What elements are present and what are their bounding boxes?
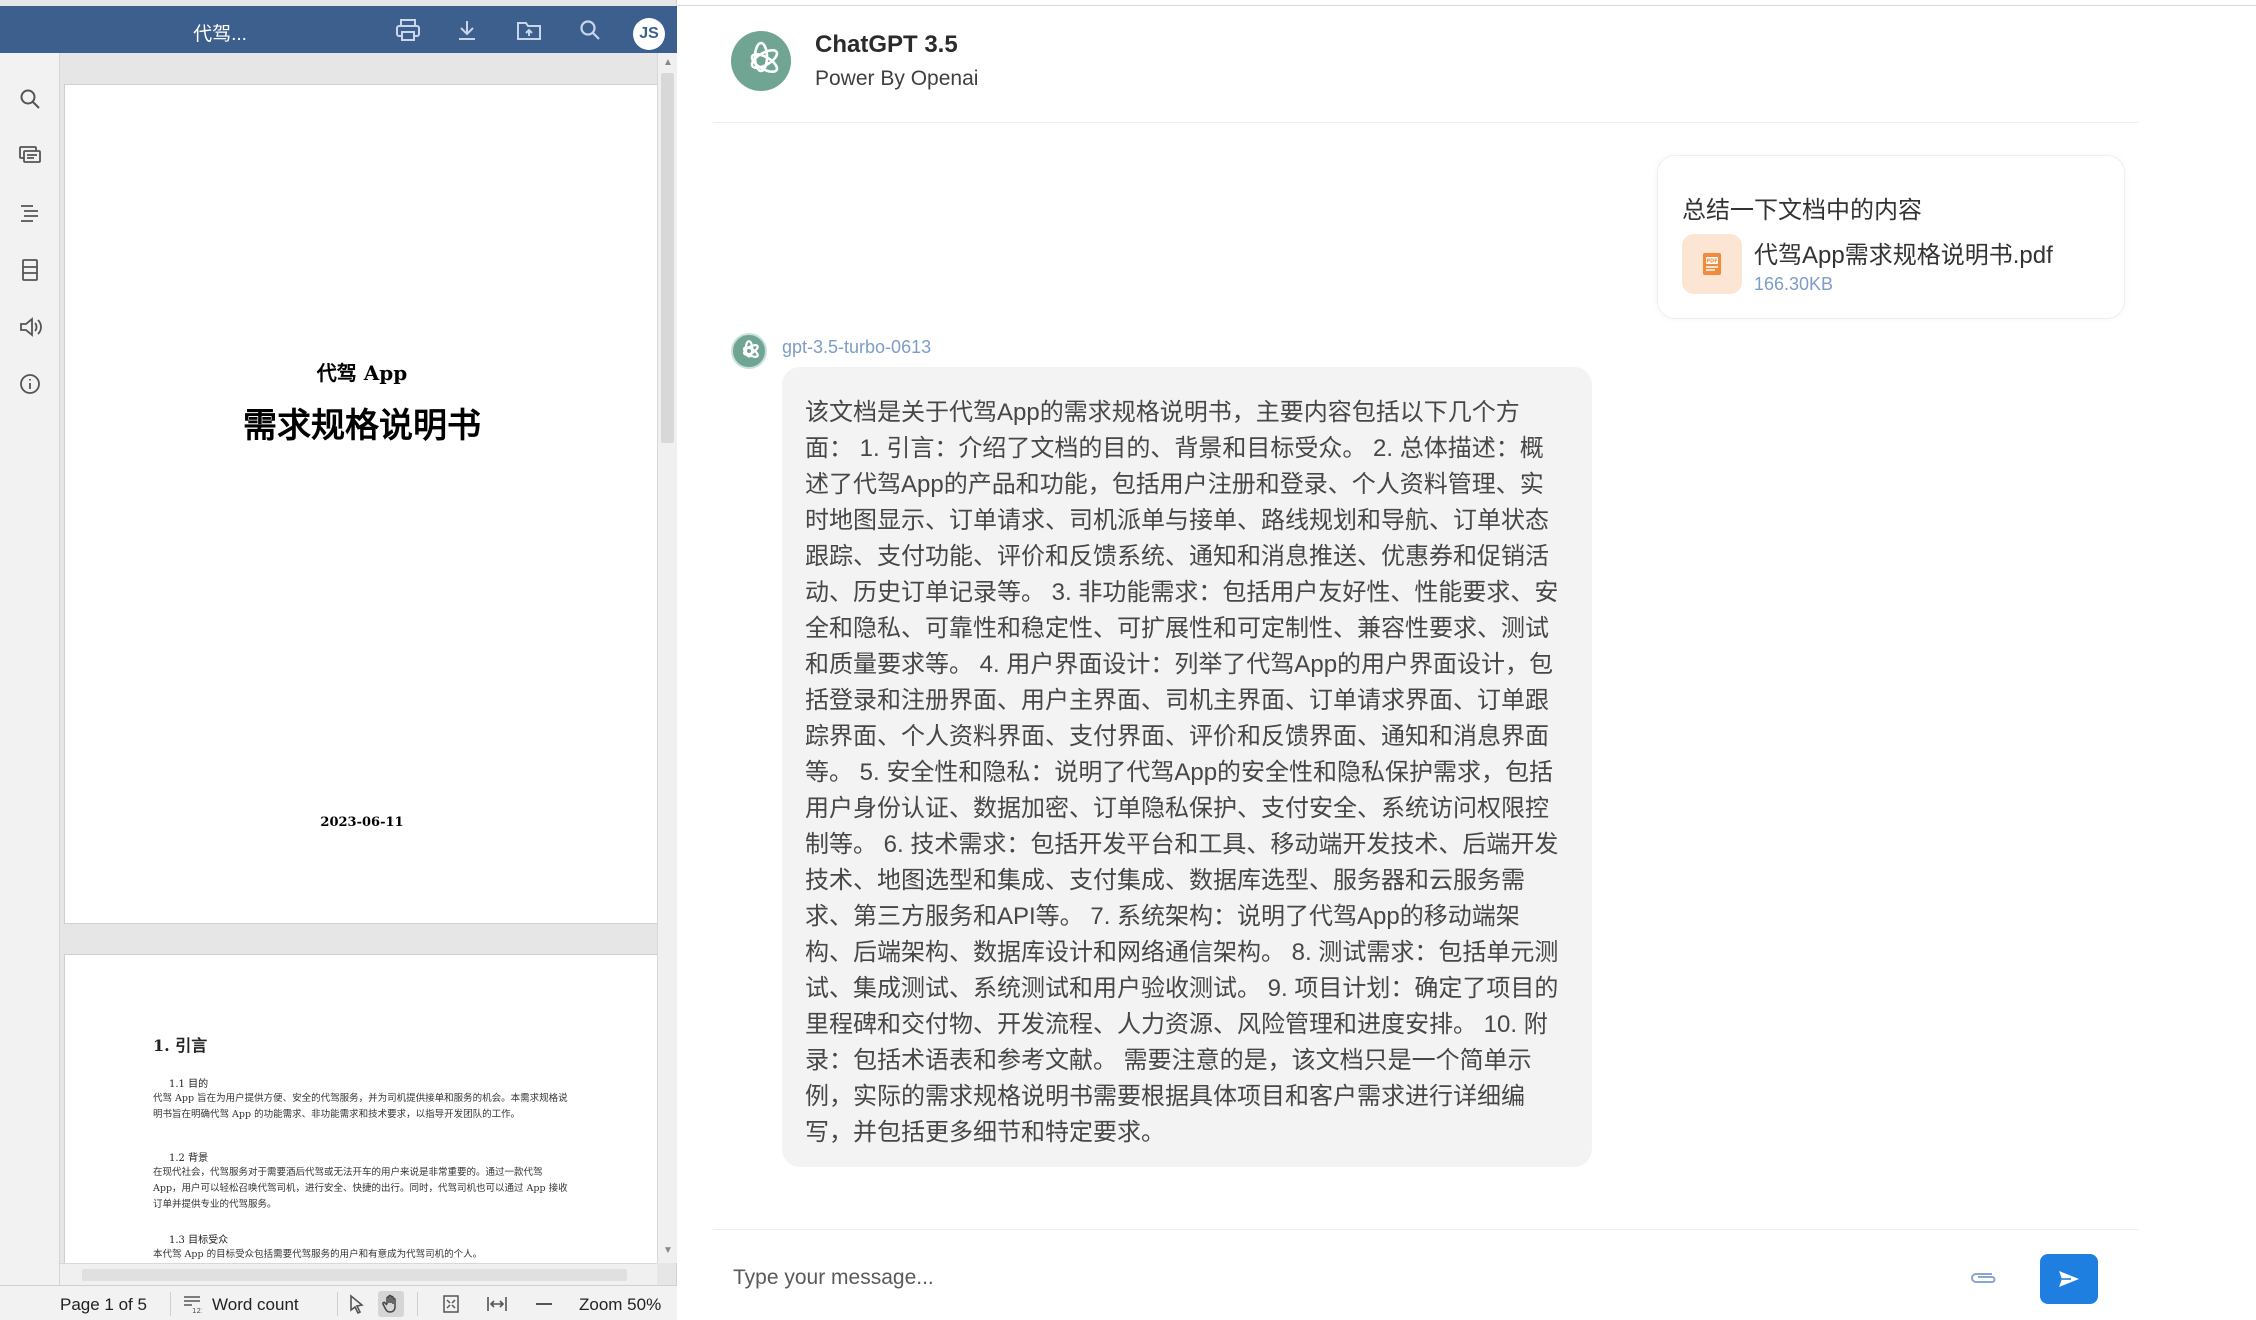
search-icon[interactable]	[14, 83, 46, 115]
fit-width-icon[interactable]	[484, 1291, 510, 1317]
subsection-text: 在现代社会，代驾服务对于需要酒后代驾或无法开车的用户来说是非常重要的。通过一款代…	[153, 1167, 568, 1210]
scroll-down-icon[interactable]: ▼	[662, 1245, 674, 1257]
zoom-level[interactable]: Zoom 50%	[579, 1295, 661, 1315]
fit-page-icon[interactable]	[438, 1291, 464, 1317]
send-button[interactable]	[2040, 1254, 2098, 1304]
chat-title: ChatGPT 3.5	[815, 31, 958, 58]
hand-tool-icon[interactable]	[378, 1291, 404, 1317]
window-top-edge	[677, 0, 2256, 6]
user-message-text: 总结一下文档中的内容	[1682, 197, 1922, 224]
viewer-statusbar: Page 1 of 5 123 Word count Zoom 50%	[0, 1285, 677, 1320]
chat-subtitle: Power By Openai	[815, 67, 979, 90]
zoom-out-icon[interactable]	[531, 1291, 557, 1317]
subsection-text: 本代驾 App 的目标受众包括需要代驾服务的用户和有意成为代驾司机的个人。	[153, 1249, 483, 1260]
cover-title: 需求规格说明书	[243, 406, 481, 446]
divider	[170, 1292, 171, 1316]
svg-text:PDF: PDF	[1706, 259, 1717, 265]
subsection-title: 1.3 目标受众	[169, 1235, 229, 1246]
word-count-icon[interactable]: 123	[179, 1291, 205, 1317]
bot-model-name: gpt-3.5-turbo-0613	[782, 337, 932, 357]
document-title: 代驾...	[193, 24, 247, 45]
subsection-title: 1.1 目的	[169, 1079, 209, 1090]
pdf-viewer: 代驾... JS 代驾 App 需求规格说明书 2023-06-11 1. 引言…	[0, 0, 677, 1320]
scrollbar-thumb[interactable]	[82, 1269, 627, 1281]
openai-logo-icon	[731, 31, 791, 91]
bot-avatar-icon	[731, 333, 767, 369]
subsection-text: 代驾 App 旨在为用户提供方便、安全的代驾服务，并为司机提供接单和服务的机会。…	[153, 1093, 568, 1120]
cover-date: 2023-06-11	[320, 815, 404, 830]
paperclip-icon[interactable]	[1965, 1260, 2001, 1296]
message-composer	[713, 1229, 2139, 1320]
page-indicator[interactable]: Page 1 of 5	[60, 1295, 147, 1315]
search-icon[interactable]	[575, 15, 605, 45]
audio-icon[interactable]	[14, 311, 46, 343]
select-cursor-icon[interactable]	[344, 1291, 370, 1317]
info-icon[interactable]	[14, 368, 46, 400]
comments-icon[interactable]	[14, 140, 46, 172]
word-count-label[interactable]: Word count	[212, 1295, 299, 1315]
viewer-toolbar: 代驾... JS	[0, 6, 677, 53]
scrollbar-thumb[interactable]	[661, 73, 674, 443]
send-icon	[2059, 1271, 2079, 1287]
outline-icon[interactable]	[14, 197, 46, 229]
viewer-sidebar	[0, 53, 60, 1285]
chat-panel: ChatGPT 3.5 Power By Openai 总结一下文档中的内容 P…	[677, 7, 2256, 1320]
section-heading: 1. 引言	[153, 1036, 208, 1055]
bot-message-text: 该文档是关于代驾App的需求规格说明书，主要内容包括以下几个方面： 1. 引言：…	[805, 399, 1559, 1146]
vertical-scrollbar[interactable]: ▲ ▼	[657, 53, 677, 1263]
bot-message: 该文档是关于代驾App的需求规格说明书，主要内容包括以下几个方面： 1. 引言：…	[782, 367, 1592, 1167]
divider	[417, 1292, 418, 1316]
subsection-title: 1.2 背景	[169, 1153, 209, 1164]
chat-header: ChatGPT 3.5 Power By Openai	[713, 7, 2139, 123]
scroll-up-icon[interactable]: ▲	[662, 57, 674, 69]
cover-app-name: 代驾 App	[316, 361, 408, 385]
thumbnails-icon[interactable]	[14, 254, 46, 286]
user-avatar[interactable]: JS	[633, 18, 665, 50]
pdf-page-2: 1. 引言 1.1 目的 代驾 App 旨在为用户提供方便、安全的代驾服务，并为…	[64, 954, 657, 1263]
divider	[337, 1292, 338, 1316]
pdf-page-1: 代驾 App 需求规格说明书 2023-06-11	[64, 84, 657, 924]
download-icon[interactable]	[452, 15, 482, 45]
page-container[interactable]: 代驾 App 需求规格说明书 2023-06-11 1. 引言 1.1 目的 代…	[60, 53, 657, 1263]
folder-icon[interactable]	[514, 15, 544, 45]
message-input[interactable]	[733, 1260, 1533, 1296]
pdf-file-icon[interactable]: PDF	[1682, 234, 1742, 294]
attached-file-size: 166.30KB	[1754, 274, 1834, 294]
attached-file-name[interactable]: 代驾App需求规格说明书.pdf	[1754, 235, 2053, 270]
svg-text:123: 123	[192, 1307, 202, 1314]
user-message: 总结一下文档中的内容 PDF 代驾App需求规格说明书.pdf 166.30KB	[1657, 155, 2125, 319]
horizontal-scrollbar[interactable]	[60, 1263, 657, 1285]
print-icon[interactable]	[393, 15, 423, 45]
